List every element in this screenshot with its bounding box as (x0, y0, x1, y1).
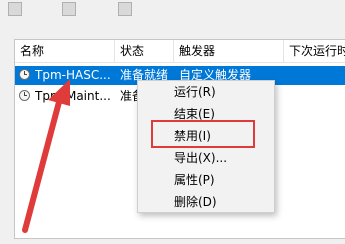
annotation-arrow (22, 79, 70, 233)
